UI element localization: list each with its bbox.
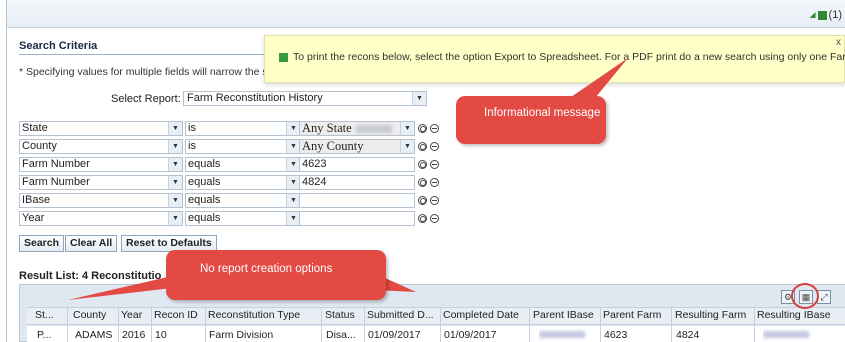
annotation-arrows <box>68 58 628 300</box>
export-highlight-ring <box>791 283 819 309</box>
no-report-callout-text: No report creation options <box>200 263 333 275</box>
informational-callout: Informational message <box>456 96 606 144</box>
no-report-arrow <box>68 276 172 300</box>
no-report-callout: No report creation options <box>166 250 386 300</box>
informational-callout-text: Informational message <box>484 107 601 119</box>
